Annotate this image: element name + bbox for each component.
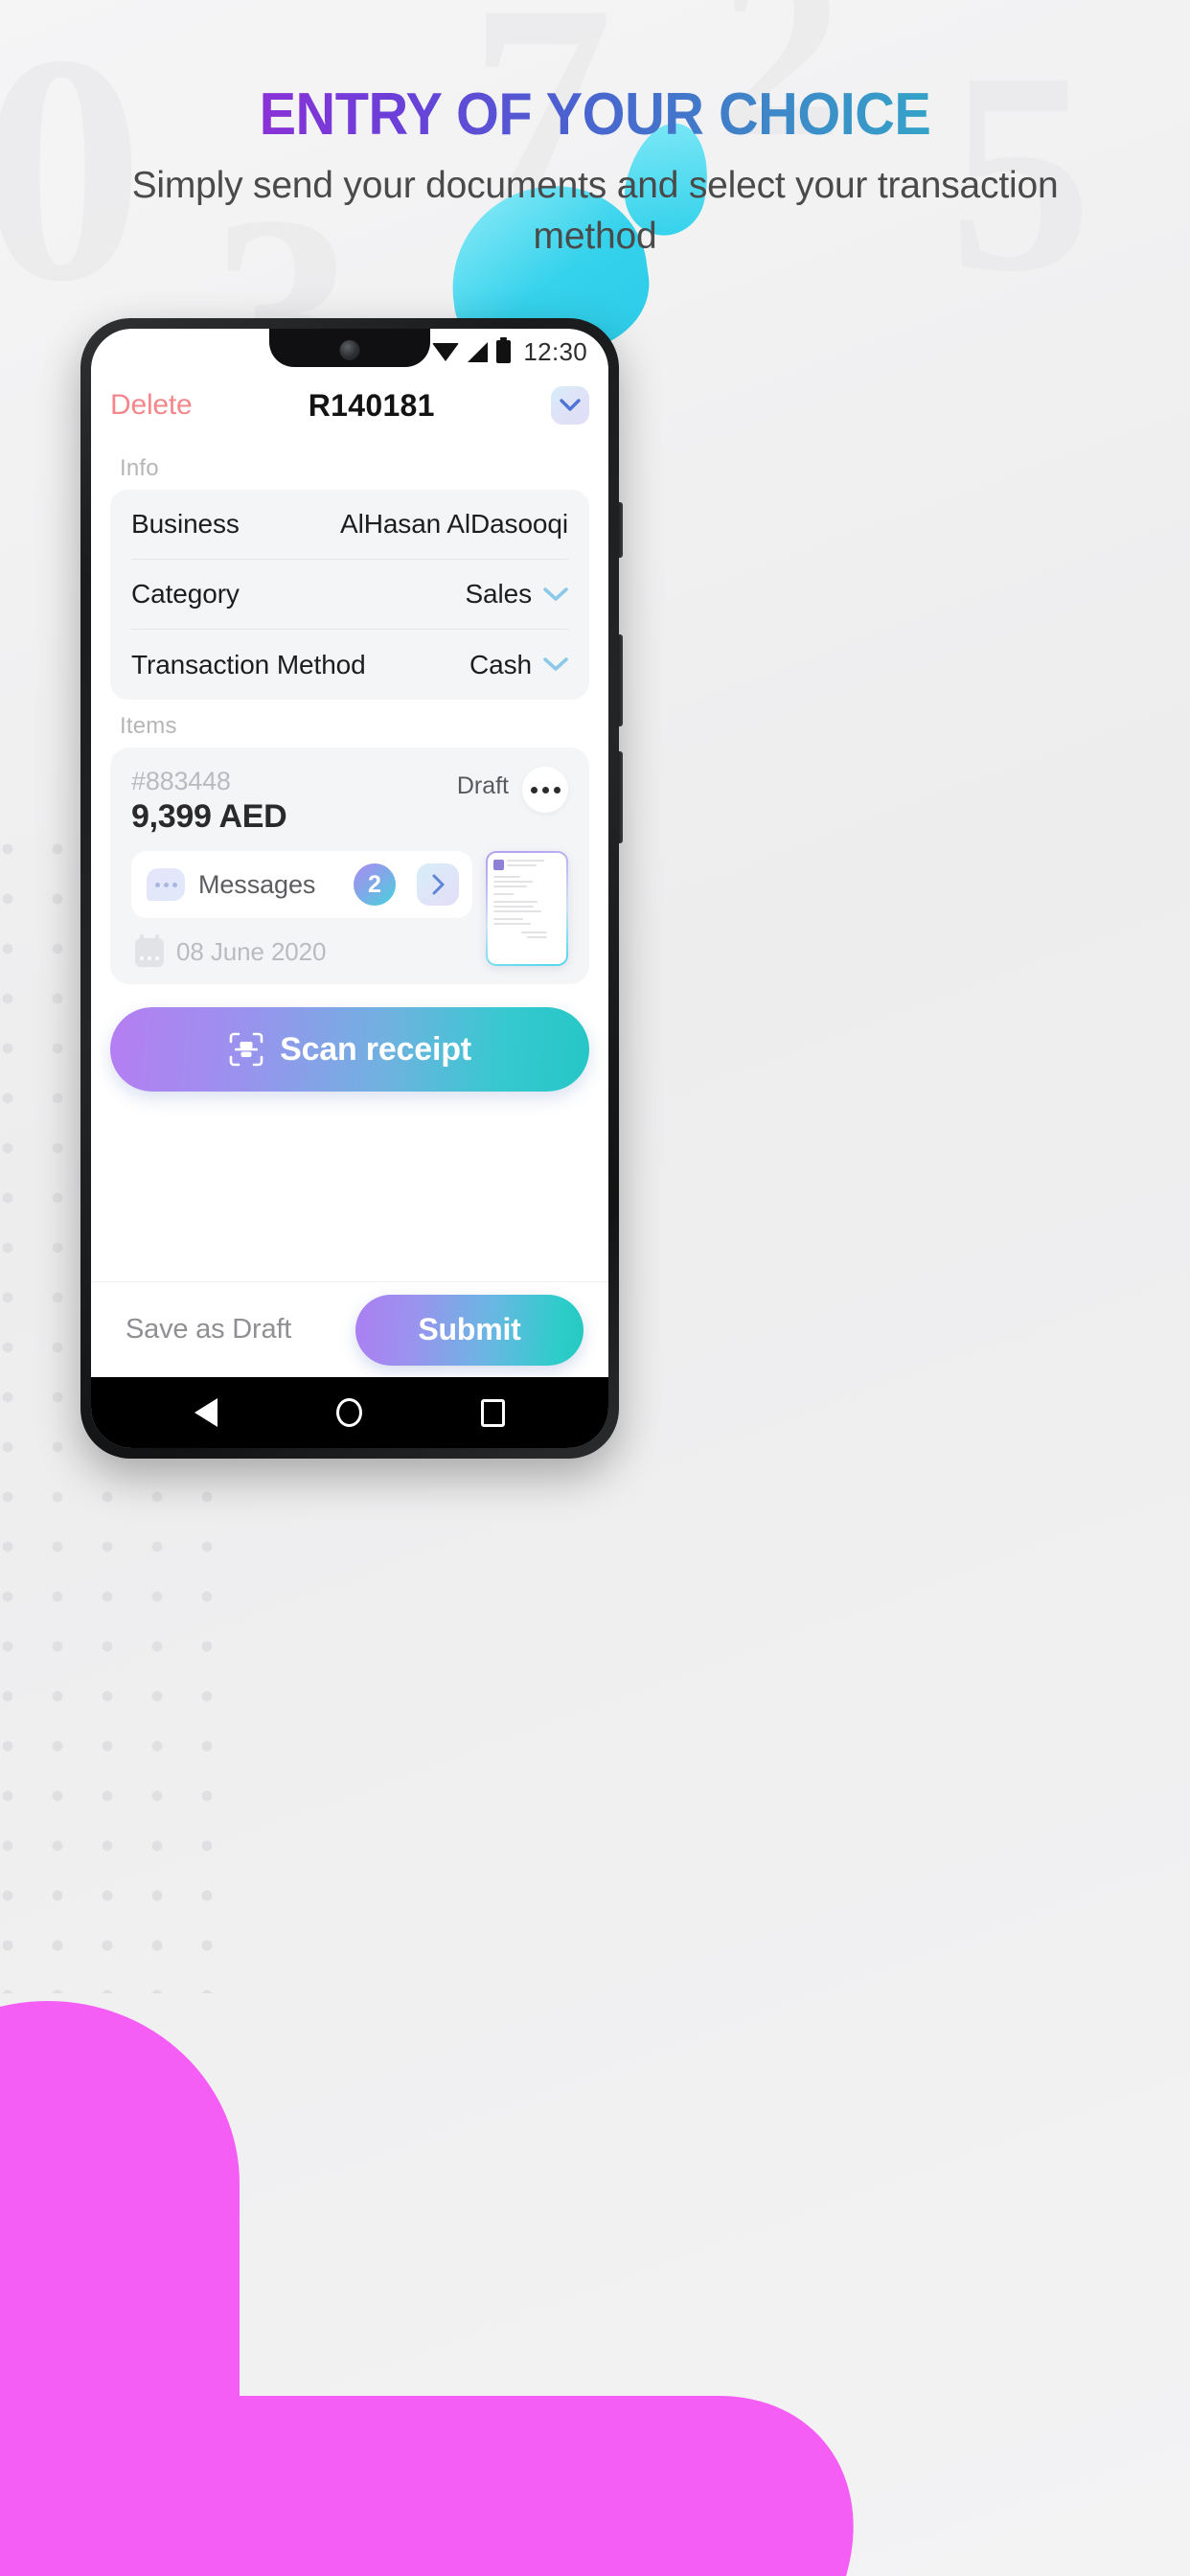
transaction-method-select[interactable]: Cash xyxy=(469,650,568,680)
decorative-magenta-band xyxy=(0,2396,892,2576)
receipt-letterhead xyxy=(493,860,561,870)
more-dot xyxy=(541,786,549,794)
chevron-right-icon xyxy=(432,874,444,895)
item-date-row: 08 June 2020 xyxy=(131,933,472,967)
category-select[interactable]: Sales xyxy=(465,579,568,610)
phone-front-camera xyxy=(339,340,360,360)
chevron-down-icon xyxy=(543,657,568,671)
phone-mockup: 12:30 Delete R140181 Info Business AlHas… xyxy=(80,318,623,1459)
calendar-dots xyxy=(140,955,159,960)
chat-bubble-icon xyxy=(147,868,185,901)
calendar-icon xyxy=(135,933,164,967)
more-horizontal-icon[interactable] xyxy=(522,767,568,813)
calendar-dot xyxy=(140,955,144,960)
info-value-business: AlHasan AlDasooqi xyxy=(340,509,568,539)
info-key-category: Category xyxy=(131,579,240,609)
item-amount: 9,399 AED xyxy=(131,798,287,835)
android-navigation-bar xyxy=(91,1377,608,1448)
calendar-dot xyxy=(155,955,159,960)
info-card: Business AlHasan AlDasooqi Category Sale… xyxy=(110,490,589,700)
scan-receipt-button[interactable]: Scan receipt xyxy=(110,1007,589,1092)
item-card-body: Messages 2 08 June 2020 xyxy=(131,851,568,967)
chevron-down-icon xyxy=(560,399,581,411)
phone-bezel: 12:30 Delete R140181 Info Business AlHas… xyxy=(91,329,608,1448)
battery-full-icon xyxy=(496,337,512,363)
messages-count-badge: 2 xyxy=(354,863,396,906)
submit-button[interactable]: Submit xyxy=(355,1294,584,1366)
android-recents-icon[interactable] xyxy=(481,1398,505,1427)
promo-subheadline: Simply send your documents and select yo… xyxy=(131,165,1059,257)
cellular-signal-icon xyxy=(468,341,489,362)
info-section-label: Info xyxy=(120,455,159,481)
bubble-dot xyxy=(172,882,177,887)
messages-label: Messages xyxy=(198,869,316,899)
content-scroll-area[interactable]: Info Business AlHasan AlDasooqi Category… xyxy=(91,442,608,1281)
info-row-transaction-method[interactable]: Transaction Method Cash xyxy=(131,630,568,700)
chevron-down-icon xyxy=(543,586,568,601)
receipt-company xyxy=(507,860,561,869)
status-bar-clock: 12:30 xyxy=(523,336,587,366)
bubble-dot xyxy=(154,882,160,887)
item-number: #883448 xyxy=(131,767,231,795)
receipt-logo-icon xyxy=(493,860,504,870)
android-back-icon[interactable] xyxy=(195,1398,217,1427)
scan-receipt-label: Scan receipt xyxy=(280,1030,471,1068)
collapse-button[interactable] xyxy=(551,386,589,425)
app-header: Delete R140181 xyxy=(91,369,608,442)
info-row-business: Business AlHasan AlDasooqi xyxy=(131,490,568,560)
bottom-action-bar: Save as Draft Submit xyxy=(91,1281,608,1377)
save-as-draft-button[interactable]: Save as Draft xyxy=(126,1314,291,1346)
delete-button[interactable]: Delete xyxy=(110,389,193,422)
page-title: R140181 xyxy=(308,387,435,423)
item-card-body-left: Messages 2 08 June 2020 xyxy=(131,851,472,967)
android-home-icon[interactable] xyxy=(336,1398,362,1427)
receipt-page xyxy=(488,853,566,964)
status-badge: Draft xyxy=(456,772,509,799)
info-value-category: Sales xyxy=(465,579,532,609)
info-value-business-wrap: AlHasan AlDasooqi xyxy=(340,509,568,540)
wifi-icon xyxy=(432,342,460,361)
item-date: 08 June 2020 xyxy=(176,937,327,966)
bubble-dot xyxy=(163,882,169,887)
phone-volume-down-button xyxy=(618,751,623,843)
promo-headline: ENTRY OF YOUR CHOICE xyxy=(41,80,1148,149)
more-dot xyxy=(530,786,538,794)
messages-open-button[interactable] xyxy=(417,863,459,906)
item-status-group: Draft xyxy=(457,767,568,813)
item-card-header: #883448 9,399 AED Draft xyxy=(131,767,568,836)
info-key-transaction-method: Transaction Method xyxy=(131,649,366,679)
messages-row[interactable]: Messages 2 xyxy=(131,851,472,918)
info-value-transaction-method: Cash xyxy=(469,649,532,679)
phone-volume-up-button xyxy=(618,634,623,726)
info-row-category[interactable]: Category Sales xyxy=(131,560,568,630)
more-dot xyxy=(553,786,561,794)
calendar-dot xyxy=(148,955,151,960)
item-card[interactable]: #883448 9,399 AED Draft Messages 2 08 Ju… xyxy=(110,748,589,984)
scan-frame-icon xyxy=(229,1032,263,1067)
phone-screen: 12:30 Delete R140181 Info Business AlHas… xyxy=(91,329,608,1448)
info-key-business: Business xyxy=(131,509,240,539)
receipt-thumbnail[interactable] xyxy=(486,851,568,966)
item-identity: #883448 9,399 AED xyxy=(131,767,287,836)
phone-power-button xyxy=(618,502,623,558)
items-section-label: Items xyxy=(120,713,177,739)
